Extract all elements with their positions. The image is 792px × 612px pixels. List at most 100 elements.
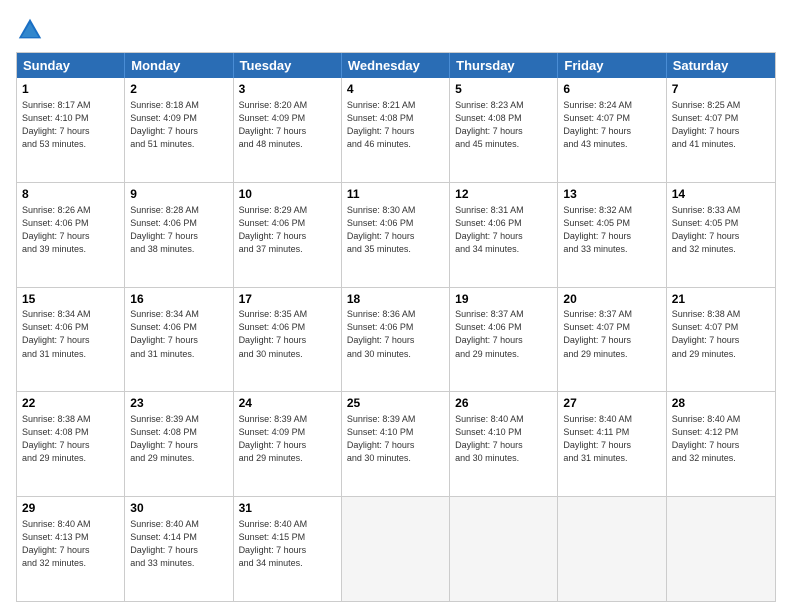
day-number: 28 bbox=[672, 395, 770, 412]
day-info: Sunrise: 8:20 AM Sunset: 4:09 PM Dayligh… bbox=[239, 99, 336, 151]
calendar-empty-cell bbox=[450, 497, 558, 601]
day-number: 24 bbox=[239, 395, 336, 412]
calendar-body: 1Sunrise: 8:17 AM Sunset: 4:10 PM Daylig… bbox=[17, 78, 775, 601]
calendar-day-4: 4Sunrise: 8:21 AM Sunset: 4:08 PM Daylig… bbox=[342, 78, 450, 182]
calendar-day-16: 16Sunrise: 8:34 AM Sunset: 4:06 PM Dayli… bbox=[125, 288, 233, 392]
header bbox=[16, 16, 776, 44]
day-number: 14 bbox=[672, 186, 770, 203]
calendar-day-5: 5Sunrise: 8:23 AM Sunset: 4:08 PM Daylig… bbox=[450, 78, 558, 182]
day-info: Sunrise: 8:37 AM Sunset: 4:06 PM Dayligh… bbox=[455, 308, 552, 360]
calendar-day-28: 28Sunrise: 8:40 AM Sunset: 4:12 PM Dayli… bbox=[667, 392, 775, 496]
day-number: 6 bbox=[563, 81, 660, 98]
day-number: 20 bbox=[563, 291, 660, 308]
day-info: Sunrise: 8:38 AM Sunset: 4:07 PM Dayligh… bbox=[672, 308, 770, 360]
logo bbox=[16, 16, 48, 44]
calendar-day-14: 14Sunrise: 8:33 AM Sunset: 4:05 PM Dayli… bbox=[667, 183, 775, 287]
calendar-day-26: 26Sunrise: 8:40 AM Sunset: 4:10 PM Dayli… bbox=[450, 392, 558, 496]
day-info: Sunrise: 8:18 AM Sunset: 4:09 PM Dayligh… bbox=[130, 99, 227, 151]
day-info: Sunrise: 8:39 AM Sunset: 4:10 PM Dayligh… bbox=[347, 413, 444, 465]
day-number: 4 bbox=[347, 81, 444, 98]
calendar-header-saturday: Saturday bbox=[667, 53, 775, 78]
logo-icon bbox=[16, 16, 44, 44]
day-info: Sunrise: 8:40 AM Sunset: 4:15 PM Dayligh… bbox=[239, 518, 336, 570]
calendar-empty-cell bbox=[667, 497, 775, 601]
day-info: Sunrise: 8:25 AM Sunset: 4:07 PM Dayligh… bbox=[672, 99, 770, 151]
day-number: 13 bbox=[563, 186, 660, 203]
day-number: 17 bbox=[239, 291, 336, 308]
calendar-day-12: 12Sunrise: 8:31 AM Sunset: 4:06 PM Dayli… bbox=[450, 183, 558, 287]
calendar-day-8: 8Sunrise: 8:26 AM Sunset: 4:06 PM Daylig… bbox=[17, 183, 125, 287]
day-number: 30 bbox=[130, 500, 227, 517]
day-info: Sunrise: 8:40 AM Sunset: 4:13 PM Dayligh… bbox=[22, 518, 119, 570]
day-info: Sunrise: 8:32 AM Sunset: 4:05 PM Dayligh… bbox=[563, 204, 660, 256]
day-number: 12 bbox=[455, 186, 552, 203]
calendar-week-4: 22Sunrise: 8:38 AM Sunset: 4:08 PM Dayli… bbox=[17, 391, 775, 496]
day-info: Sunrise: 8:38 AM Sunset: 4:08 PM Dayligh… bbox=[22, 413, 119, 465]
calendar-day-31: 31Sunrise: 8:40 AM Sunset: 4:15 PM Dayli… bbox=[234, 497, 342, 601]
day-number: 19 bbox=[455, 291, 552, 308]
day-number: 21 bbox=[672, 291, 770, 308]
calendar-day-10: 10Sunrise: 8:29 AM Sunset: 4:06 PM Dayli… bbox=[234, 183, 342, 287]
day-info: Sunrise: 8:40 AM Sunset: 4:10 PM Dayligh… bbox=[455, 413, 552, 465]
calendar-day-24: 24Sunrise: 8:39 AM Sunset: 4:09 PM Dayli… bbox=[234, 392, 342, 496]
day-number: 31 bbox=[239, 500, 336, 517]
day-number: 5 bbox=[455, 81, 552, 98]
day-number: 22 bbox=[22, 395, 119, 412]
calendar-day-6: 6Sunrise: 8:24 AM Sunset: 4:07 PM Daylig… bbox=[558, 78, 666, 182]
day-number: 29 bbox=[22, 500, 119, 517]
calendar-day-19: 19Sunrise: 8:37 AM Sunset: 4:06 PM Dayli… bbox=[450, 288, 558, 392]
day-info: Sunrise: 8:29 AM Sunset: 4:06 PM Dayligh… bbox=[239, 204, 336, 256]
day-info: Sunrise: 8:40 AM Sunset: 4:11 PM Dayligh… bbox=[563, 413, 660, 465]
day-number: 23 bbox=[130, 395, 227, 412]
calendar-day-7: 7Sunrise: 8:25 AM Sunset: 4:07 PM Daylig… bbox=[667, 78, 775, 182]
day-number: 26 bbox=[455, 395, 552, 412]
calendar-day-22: 22Sunrise: 8:38 AM Sunset: 4:08 PM Dayli… bbox=[17, 392, 125, 496]
calendar: SundayMondayTuesdayWednesdayThursdayFrid… bbox=[16, 52, 776, 602]
day-info: Sunrise: 8:36 AM Sunset: 4:06 PM Dayligh… bbox=[347, 308, 444, 360]
day-number: 2 bbox=[130, 81, 227, 98]
day-info: Sunrise: 8:37 AM Sunset: 4:07 PM Dayligh… bbox=[563, 308, 660, 360]
day-info: Sunrise: 8:21 AM Sunset: 4:08 PM Dayligh… bbox=[347, 99, 444, 151]
calendar-day-3: 3Sunrise: 8:20 AM Sunset: 4:09 PM Daylig… bbox=[234, 78, 342, 182]
calendar-day-21: 21Sunrise: 8:38 AM Sunset: 4:07 PM Dayli… bbox=[667, 288, 775, 392]
day-info: Sunrise: 8:24 AM Sunset: 4:07 PM Dayligh… bbox=[563, 99, 660, 151]
day-number: 15 bbox=[22, 291, 119, 308]
calendar-day-9: 9Sunrise: 8:28 AM Sunset: 4:06 PM Daylig… bbox=[125, 183, 233, 287]
day-number: 3 bbox=[239, 81, 336, 98]
calendar-day-18: 18Sunrise: 8:36 AM Sunset: 4:06 PM Dayli… bbox=[342, 288, 450, 392]
day-info: Sunrise: 8:40 AM Sunset: 4:14 PM Dayligh… bbox=[130, 518, 227, 570]
calendar-week-5: 29Sunrise: 8:40 AM Sunset: 4:13 PM Dayli… bbox=[17, 496, 775, 601]
day-number: 27 bbox=[563, 395, 660, 412]
calendar-header-wednesday: Wednesday bbox=[342, 53, 450, 78]
day-info: Sunrise: 8:26 AM Sunset: 4:06 PM Dayligh… bbox=[22, 204, 119, 256]
calendar-day-2: 2Sunrise: 8:18 AM Sunset: 4:09 PM Daylig… bbox=[125, 78, 233, 182]
day-number: 7 bbox=[672, 81, 770, 98]
calendar-empty-cell bbox=[558, 497, 666, 601]
day-info: Sunrise: 8:17 AM Sunset: 4:10 PM Dayligh… bbox=[22, 99, 119, 151]
calendar-day-25: 25Sunrise: 8:39 AM Sunset: 4:10 PM Dayli… bbox=[342, 392, 450, 496]
day-info: Sunrise: 8:33 AM Sunset: 4:05 PM Dayligh… bbox=[672, 204, 770, 256]
day-number: 10 bbox=[239, 186, 336, 203]
calendar-day-29: 29Sunrise: 8:40 AM Sunset: 4:13 PM Dayli… bbox=[17, 497, 125, 601]
calendar-header-friday: Friday bbox=[558, 53, 666, 78]
day-info: Sunrise: 8:31 AM Sunset: 4:06 PM Dayligh… bbox=[455, 204, 552, 256]
day-info: Sunrise: 8:28 AM Sunset: 4:06 PM Dayligh… bbox=[130, 204, 227, 256]
day-info: Sunrise: 8:35 AM Sunset: 4:06 PM Dayligh… bbox=[239, 308, 336, 360]
calendar-header-row: SundayMondayTuesdayWednesdayThursdayFrid… bbox=[17, 53, 775, 78]
calendar-day-27: 27Sunrise: 8:40 AM Sunset: 4:11 PM Dayli… bbox=[558, 392, 666, 496]
calendar-week-2: 8Sunrise: 8:26 AM Sunset: 4:06 PM Daylig… bbox=[17, 182, 775, 287]
day-number: 9 bbox=[130, 186, 227, 203]
day-info: Sunrise: 8:34 AM Sunset: 4:06 PM Dayligh… bbox=[130, 308, 227, 360]
calendar-header-tuesday: Tuesday bbox=[234, 53, 342, 78]
day-info: Sunrise: 8:34 AM Sunset: 4:06 PM Dayligh… bbox=[22, 308, 119, 360]
calendar-header-thursday: Thursday bbox=[450, 53, 558, 78]
day-number: 1 bbox=[22, 81, 119, 98]
day-info: Sunrise: 8:40 AM Sunset: 4:12 PM Dayligh… bbox=[672, 413, 770, 465]
day-info: Sunrise: 8:30 AM Sunset: 4:06 PM Dayligh… bbox=[347, 204, 444, 256]
calendar-day-20: 20Sunrise: 8:37 AM Sunset: 4:07 PM Dayli… bbox=[558, 288, 666, 392]
day-number: 8 bbox=[22, 186, 119, 203]
day-number: 18 bbox=[347, 291, 444, 308]
calendar-header-sunday: Sunday bbox=[17, 53, 125, 78]
calendar-day-15: 15Sunrise: 8:34 AM Sunset: 4:06 PM Dayli… bbox=[17, 288, 125, 392]
day-number: 11 bbox=[347, 186, 444, 203]
